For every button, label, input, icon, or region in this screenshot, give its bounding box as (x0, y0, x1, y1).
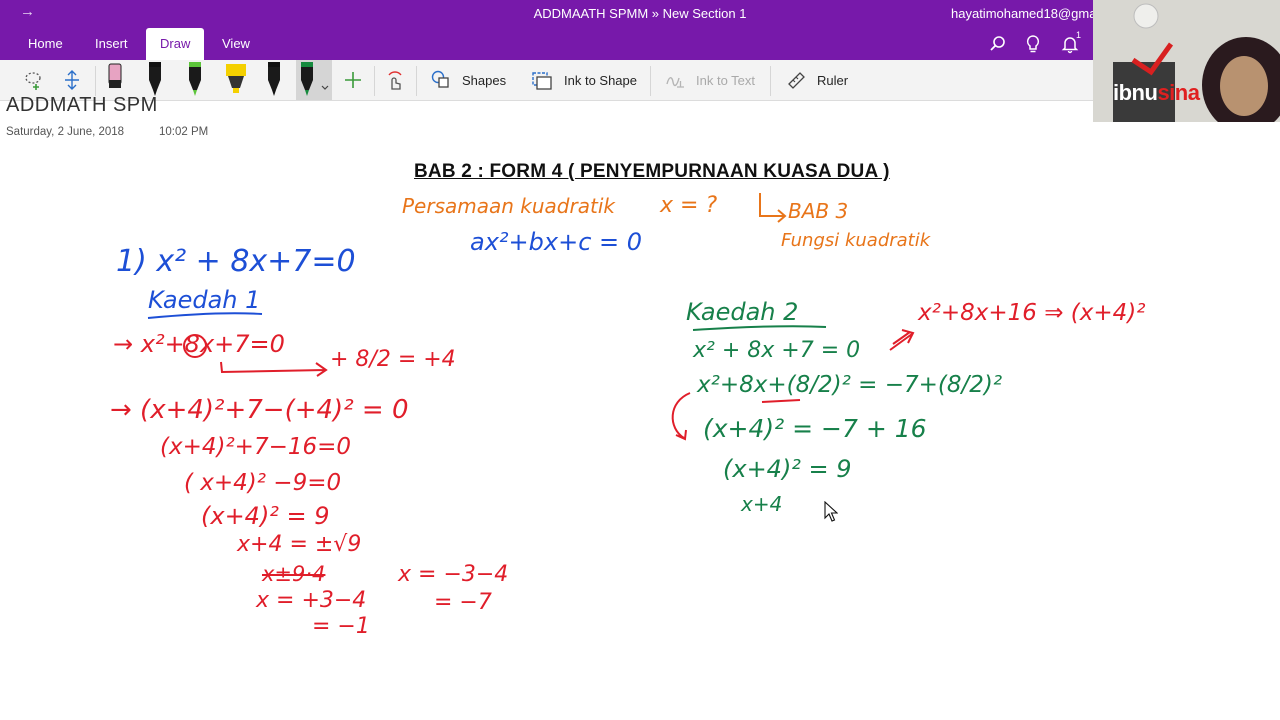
ink-red-curved-arrow (671, 392, 691, 441)
shapes-button[interactable]: Shapes (430, 60, 506, 100)
ink-step-a: → x²+8x+7=0 (113, 330, 285, 358)
ink-step-g-crossed: x±9·4 (262, 562, 326, 586)
ink-problem-1: 1) x² + 8x+7=0 (116, 244, 356, 279)
tab-view[interactable]: View (208, 28, 264, 60)
divider (416, 66, 417, 96)
divider (374, 66, 375, 96)
ink-step-j: x = −3−4 (398, 562, 509, 587)
ink-k2-step3: (x+4)² = −7 + 16 (703, 414, 927, 443)
divider (770, 66, 771, 96)
ink-orange-bracket (759, 193, 787, 223)
draw-toolbar: Shapes Ink to Shape Ink to Text Ruler (0, 60, 1280, 101)
ink-k2-expand: x²+8x+16 ⇒ (x+4)² (918, 300, 1146, 326)
ink-strokes-layer (147, 193, 915, 441)
ink-kaedah-1: Kaedah 1 (148, 286, 261, 314)
lesson-heading: BAB 2 : FORM 4 ( PENYEMPURNAAN KUASA DUA… (414, 161, 890, 182)
ink-k2-step2: x²+8x+(8/2)² = −7+(8/2)² (697, 372, 1003, 398)
webcam-overlay: ibnusina (1093, 0, 1280, 122)
user-account[interactable]: hayatimohamed18@gma (951, 6, 1096, 21)
ink-green-underline (692, 325, 827, 331)
ink-step-i: = −1 (312, 614, 370, 639)
ink-to-shape-button[interactable]: Ink to Shape (530, 60, 637, 100)
add-pen-button[interactable] (342, 60, 364, 100)
ink-step-b: → (x+4)²+7−(+4)² = 0 (110, 395, 409, 425)
search-icon[interactable] (988, 34, 1008, 54)
pen-green-pen-1[interactable] (184, 60, 206, 105)
ink-step-c: (x+4)²+7−16=0 (160, 434, 352, 460)
divider (650, 66, 651, 96)
shapes-icon (431, 70, 449, 88)
ink-red-arrow (220, 361, 328, 377)
notification-count: 1 (1076, 30, 1082, 40)
ink-red-underline (761, 399, 801, 403)
ibnusina-logo: ibnusina (1113, 80, 1200, 105)
page-time: 10:02 PM (159, 126, 209, 138)
ink-half-coefficient: + 8/2 = +4 (330, 347, 456, 372)
ink-step-h: x = +3−4 (256, 588, 367, 613)
pen-green-pen-selected[interactable] (296, 60, 332, 105)
ruler-button[interactable]: Ruler (785, 60, 848, 100)
tab-insert[interactable]: Insert (81, 28, 142, 60)
pen-black-pen-2[interactable] (263, 60, 285, 105)
ink-k2-step1: x² + 8x +7 = 0 (693, 338, 861, 363)
ink-k2-step4: (x+4)² = 9 (723, 455, 852, 483)
pen-yellow-highlighter[interactable] (222, 60, 250, 105)
ink-to-text-icon (666, 77, 684, 88)
page-date: Saturday, 2 June, 2018 (6, 126, 125, 138)
ink-step-f: x+4 = ±√9 (237, 532, 362, 557)
ink-general-form: ax²+bx+c = 0 (470, 228, 643, 256)
ink-persamaan-kuadratik: Persamaan kuadratik (402, 194, 615, 218)
ruler-icon (788, 72, 805, 89)
ink-step-k: = −7 (434, 590, 492, 615)
page-title[interactable]: ADDMATH SPM (6, 94, 158, 117)
tab-draw[interactable]: Draw (146, 28, 205, 60)
mouse-cursor-icon (824, 501, 838, 522)
ink-to-shape-icon (532, 72, 552, 90)
ink-k2-step5: x+4 (741, 492, 783, 516)
ink-red-double-arrow (889, 329, 915, 351)
ink-kaedah-2: Kaedah 2 (686, 298, 799, 326)
lightbulb-icon[interactable] (1023, 34, 1043, 54)
title-bar: → ADDMAATH SPMM » New Section 1 hayatimo… (0, 0, 1280, 26)
ribbon-tabs: Home Insert Draw View 1 (0, 26, 1280, 60)
ink-to-text-button[interactable]: Ink to Text (664, 60, 755, 100)
touch-draw-button[interactable] (385, 60, 405, 100)
divider (95, 66, 96, 96)
tab-home[interactable]: Home (14, 28, 77, 60)
ink-fungsi-kuadratik: Fungsi kuadratik (781, 230, 931, 251)
ink-step-e: (x+4)² = 9 (201, 502, 330, 530)
ink-bab3: BAB 3 (788, 199, 849, 223)
ink-step-d: ( x+4)² −9=0 (184, 470, 342, 496)
ink-x-equals-question: x = ? (660, 193, 718, 218)
